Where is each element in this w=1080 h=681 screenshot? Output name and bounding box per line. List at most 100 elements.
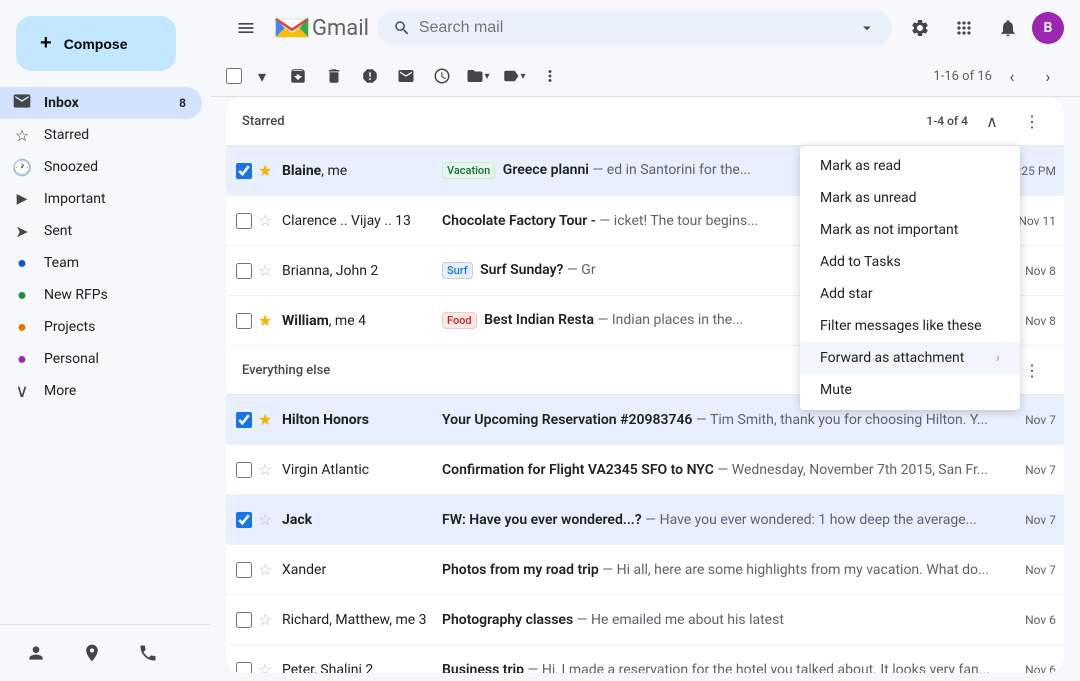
sidebar-item-inbox[interactable]: Inbox 8: [0, 87, 202, 119]
sidebar-item-new-rfps[interactable]: ● New RFPs: [0, 279, 202, 311]
sidebar-item-more[interactable]: ∨ More: [0, 375, 202, 407]
table-row[interactable]: ☆ Xander Photos from my road trip — Hi a…: [226, 545, 1064, 595]
sender-name: Virgin Atlantic: [282, 462, 442, 478]
sidebar-item-label: Personal: [44, 351, 186, 367]
next-page-btn[interactable]: ›: [1032, 60, 1064, 92]
sender-name: Xander: [282, 562, 442, 578]
email-subject: Confirmation for Flight VA2345 SFO to NY…: [442, 462, 996, 478]
email-subject: Photography classes — He emailed me abou…: [442, 612, 996, 628]
context-menu: Mark as read Mark as unread Mark as not …: [800, 146, 1020, 410]
compose-button[interactable]: + Compose: [16, 16, 176, 71]
email-toolbar: ▾ ▾: [210, 56, 1080, 97]
settings-icon[interactable]: [900, 8, 940, 48]
archive-btn[interactable]: [282, 60, 314, 92]
star-icon[interactable]: ☆: [258, 560, 278, 579]
sender-name: William, me 4: [282, 313, 442, 329]
row-checkbox[interactable]: [234, 612, 254, 628]
sidebar-directory-icon[interactable]: [72, 633, 112, 673]
search-bar[interactable]: [377, 10, 892, 46]
sidebar-item-label: Projects: [44, 319, 186, 335]
search-input[interactable]: [419, 19, 850, 37]
search-icon: [393, 18, 411, 38]
hamburger-menu-icon[interactable]: [226, 8, 266, 48]
google-apps-icon[interactable]: [944, 8, 984, 48]
prev-page-btn[interactable]: ‹: [996, 60, 1028, 92]
row-checkbox[interactable]: [234, 213, 254, 229]
everything-more-btn[interactable]: ⋮: [1016, 354, 1048, 386]
delete-btn[interactable]: [318, 60, 350, 92]
row-checkbox[interactable]: [234, 263, 254, 279]
star-icon[interactable]: ★: [258, 410, 278, 429]
star-icon[interactable]: ☆: [258, 610, 278, 629]
projects-label-icon: ●: [12, 317, 32, 337]
row-checkbox[interactable]: [234, 462, 254, 478]
row-checkbox[interactable]: [234, 562, 254, 578]
label-btn[interactable]: ▾: [498, 60, 530, 92]
row-checkbox[interactable]: [234, 512, 254, 528]
sidebar-item-label: New RFPs: [44, 287, 186, 303]
context-menu-filter-messages[interactable]: Filter messages like these: [800, 310, 1020, 342]
sidebar-item-important[interactable]: ▶ Important: [0, 183, 202, 215]
sidebar-item-starred[interactable]: ☆ Starred: [0, 119, 202, 151]
sidebar-item-label: Team: [44, 255, 186, 271]
email-time: Nov 6: [996, 613, 1056, 627]
sidebar-item-sent[interactable]: ➤ Sent: [0, 215, 202, 247]
table-row[interactable]: ☆ Richard, Matthew, me 3 Photography cla…: [226, 595, 1064, 645]
sidebar-contacts-icon[interactable]: [16, 633, 56, 673]
starred-more-btn[interactable]: ⋮: [1016, 105, 1048, 137]
table-row[interactable]: ☆ Virgin Atlantic Confirmation for Fligh…: [226, 445, 1064, 495]
email-tag: Surf: [442, 262, 473, 279]
avatar[interactable]: B: [1032, 12, 1064, 44]
table-row[interactable]: ☆ Peter, Shalini 2 Business trip — Hi, I…: [226, 645, 1064, 673]
starred-expand-btn[interactable]: ∧: [976, 105, 1008, 137]
row-checkbox[interactable]: [234, 412, 254, 428]
mark-read-btn[interactable]: [390, 60, 422, 92]
sidebar-item-snoozed[interactable]: 🕐 Snoozed: [0, 151, 202, 183]
topbar-icons: B: [900, 8, 1064, 48]
star-icon[interactable]: ☆: [258, 460, 278, 479]
star-icon[interactable]: ☆: [258, 660, 278, 673]
star-icon[interactable]: ☆: [258, 510, 278, 529]
star-icon[interactable]: ★: [258, 311, 278, 330]
table-row[interactable]: ☆ Jack FW: Have you ever wondered...? — …: [226, 495, 1064, 545]
context-menu-add-star[interactable]: Add star: [800, 278, 1020, 310]
context-menu-mark-unread[interactable]: Mark as unread: [800, 182, 1020, 214]
row-checkbox[interactable]: [234, 662, 254, 674]
context-menu-mute[interactable]: Mute: [800, 374, 1020, 406]
sidebar-item-label: More: [44, 383, 186, 399]
more-icon: ∨: [12, 381, 32, 402]
context-menu-mark-not-important[interactable]: Mark as not important: [800, 214, 1020, 246]
sidebar-item-label: Sent: [44, 223, 186, 239]
report-spam-btn[interactable]: [354, 60, 386, 92]
pagination-info: 1-16 of 16 ‹ ›: [933, 60, 1064, 92]
email-subject: Your Upcoming Reservation #20983746 — Ti…: [442, 412, 996, 428]
sidebar-item-projects[interactable]: ● Projects: [0, 311, 202, 343]
context-menu-forward-attachment[interactable]: Forward as attachment ›: [800, 342, 1020, 374]
row-checkbox[interactable]: [234, 313, 254, 329]
topbar: Gmail B: [210, 0, 1080, 56]
starred-page-info: 1-4 of 4: [926, 114, 968, 128]
inbox-count: 8: [179, 96, 186, 110]
sender-name: Jack: [282, 512, 442, 528]
more-actions-btn[interactable]: [534, 60, 566, 92]
star-icon[interactable]: ☆: [258, 211, 278, 230]
row-checkbox[interactable]: [234, 163, 254, 179]
sidebar: + Compose Inbox 8 ☆ Starred 🕐 Snoozed ▶ …: [0, 0, 210, 681]
sender-name: Richard, Matthew, me 3: [282, 612, 442, 628]
sidebar-phone-icon[interactable]: [128, 633, 168, 673]
compose-label: Compose: [64, 36, 128, 52]
search-dropdown-icon[interactable]: [858, 18, 876, 38]
move-to-btn[interactable]: ▾: [462, 60, 494, 92]
sidebar-item-team[interactable]: ● Team: [0, 247, 202, 279]
snooze-btn[interactable]: [426, 60, 458, 92]
select-all-checkbox[interactable]: [226, 68, 242, 84]
context-menu-mark-read[interactable]: Mark as read: [800, 150, 1020, 182]
sidebar-item-personal[interactable]: ● Personal: [0, 343, 202, 375]
context-menu-add-tasks[interactable]: Add to Tasks: [800, 246, 1020, 278]
notifications-icon[interactable]: [988, 8, 1028, 48]
star-icon[interactable]: ☆: [258, 261, 278, 280]
select-dropdown-btn[interactable]: ▾: [246, 60, 278, 92]
star-icon[interactable]: ★: [258, 161, 278, 180]
email-time: Nov 6: [996, 663, 1056, 674]
sidebar-item-label: Inbox: [44, 95, 167, 111]
